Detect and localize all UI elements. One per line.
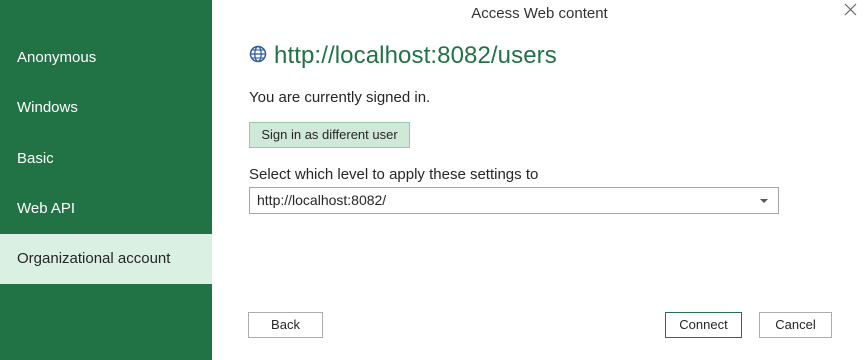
sign-in-different-user-button[interactable]: Sign in as different user xyxy=(249,122,410,148)
sidebar-item-anonymous[interactable]: Anonymous xyxy=(0,33,212,83)
connect-button[interactable]: Connect xyxy=(665,312,742,338)
close-icon xyxy=(844,3,857,16)
globe-icon xyxy=(249,45,267,63)
auth-method-sidebar: Anonymous Windows Basic Web API Organiza… xyxy=(0,0,212,360)
url-heading: http://localhost:8082/users xyxy=(249,41,557,71)
sidebar-item-basic[interactable]: Basic xyxy=(0,134,212,184)
level-select-dropdown[interactable]: http://localhost:8082/ xyxy=(249,187,779,214)
access-web-content-dialog: Anonymous Windows Basic Web API Organiza… xyxy=(0,0,867,360)
signin-status-text: You are currently signed in. xyxy=(249,89,431,106)
cancel-button[interactable]: Cancel xyxy=(759,312,832,338)
level-select-label: Select which level to apply these settin… xyxy=(249,166,539,183)
level-select-value: http://localhost:8082/ xyxy=(257,192,387,208)
sidebar-item-windows[interactable]: Windows xyxy=(0,83,212,133)
back-button[interactable]: Back xyxy=(248,312,323,338)
sidebar-item-web-api[interactable]: Web API xyxy=(0,184,212,234)
url-text: http://localhost:8082/users xyxy=(274,42,557,69)
close-button[interactable] xyxy=(838,0,862,24)
dialog-title: Access Web content xyxy=(471,5,608,22)
chevron-down-icon xyxy=(760,199,768,203)
sidebar-item-organizational-account[interactable]: Organizational account xyxy=(0,234,212,284)
